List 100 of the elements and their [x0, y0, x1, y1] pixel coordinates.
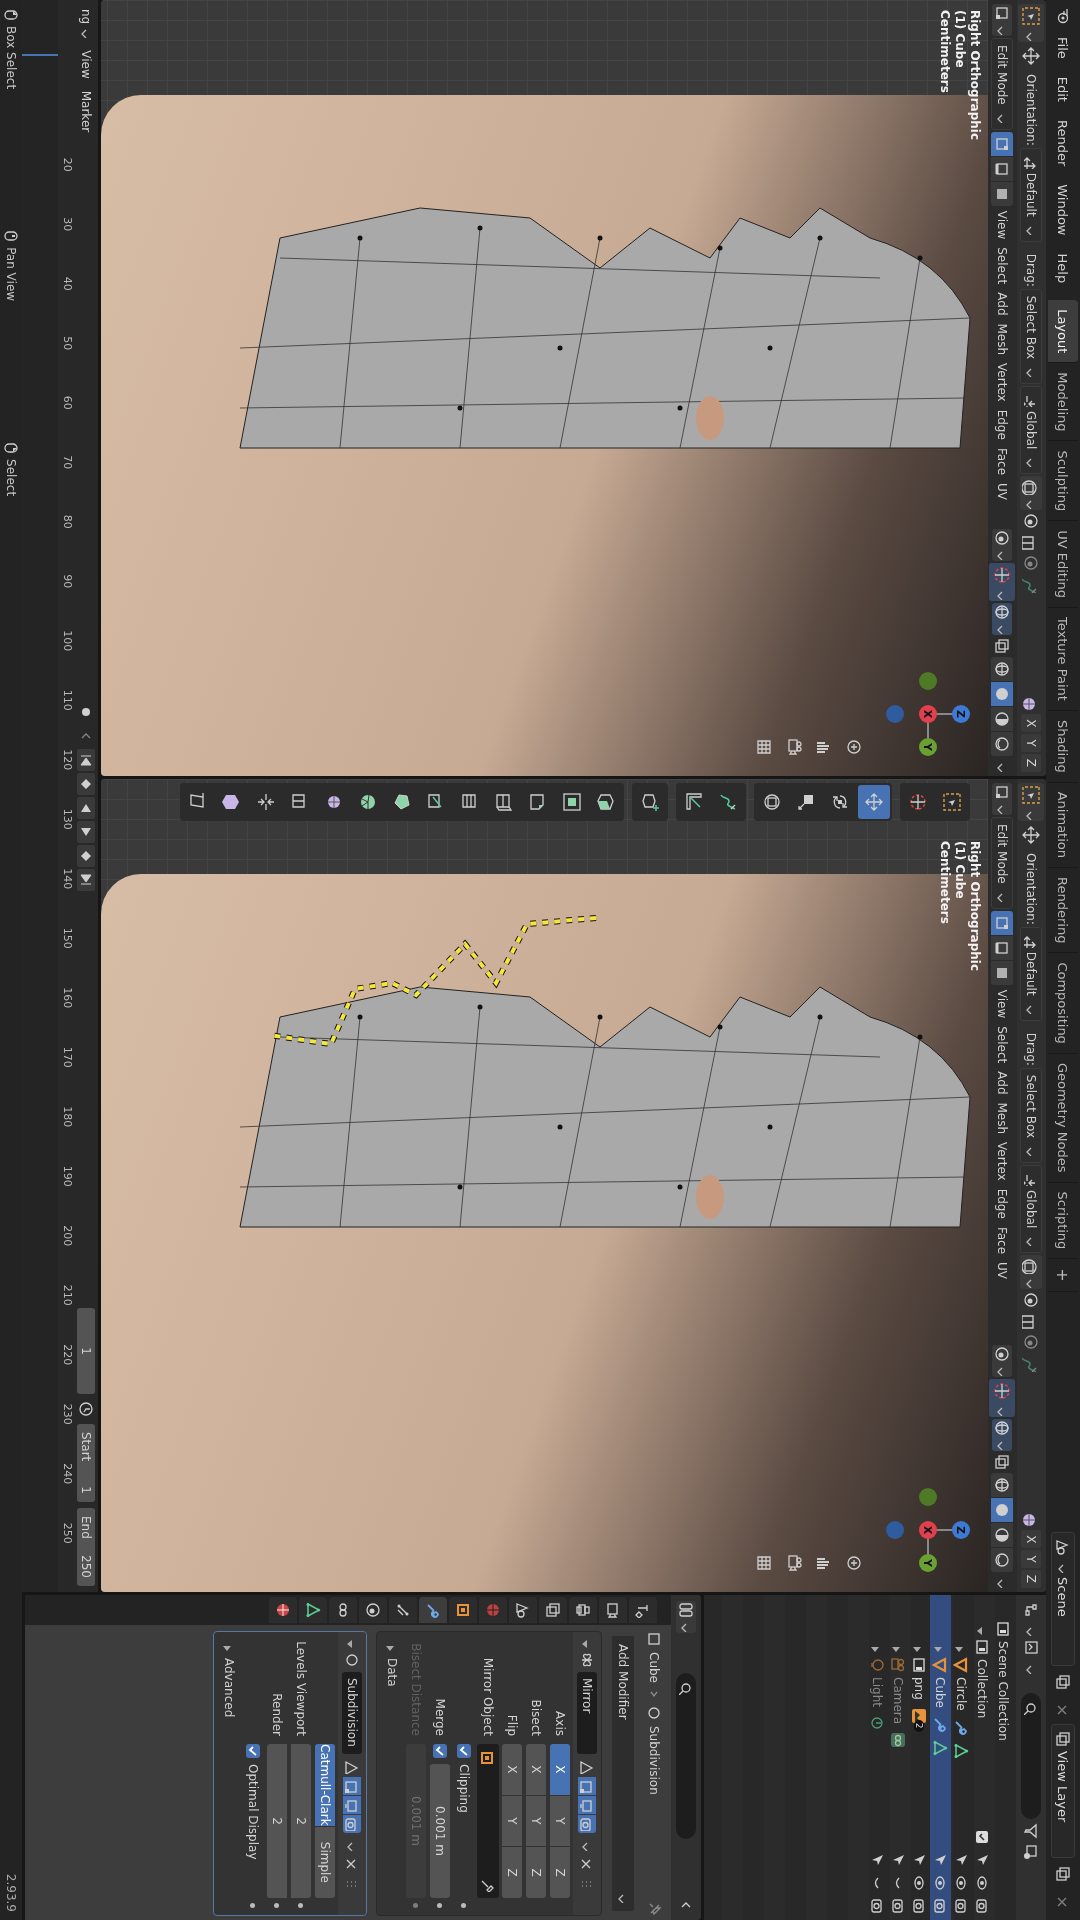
menu-item[interactable]: Mesh [992, 320, 1013, 359]
property-label: Levels Viewport [294, 1640, 308, 1738]
outliner-row[interactable]: Scene Collection [993, 1595, 1014, 1920]
menu-item[interactable]: Edge [992, 1185, 1013, 1222]
mirror-axis-toggle[interactable]: Z [1021, 1569, 1042, 1588]
outliner-row[interactable]: Light [867, 1595, 888, 1920]
orientation-dropdown[interactable]: Default [1020, 147, 1043, 242]
modifier-name-field[interactable]: Mirror [577, 1672, 597, 1754]
menu-item[interactable]: UV [992, 1259, 1013, 1282]
frame-number: 130 [60, 807, 74, 832]
outliner-row[interactable]: Camera [888, 1595, 909, 1920]
axis-toggle[interactable]: Y [526, 1795, 546, 1847]
levels-field[interactable]: 2 [291, 1744, 311, 1898]
workspace-tab[interactable]: Geometry Nodes [1048, 1053, 1078, 1183]
frame-number: 80 [60, 513, 74, 531]
frame-number: 250 [60, 1521, 74, 1546]
menu-item[interactable]: Select [992, 1023, 1013, 1067]
axis-toggle[interactable]: Z [526, 1847, 546, 1898]
transform-orientation-dropdown[interactable]: Global [1020, 1165, 1043, 1254]
workspace-tab[interactable]: Animation [1048, 782, 1078, 868]
mirror-axis-toggle[interactable]: Y [1021, 734, 1042, 752]
menu-item[interactable]: Render [1051, 112, 1075, 174]
frame-number: 210 [60, 1283, 74, 1308]
menu-item[interactable]: Face [992, 1223, 1013, 1257]
axis-toggle[interactable]: Z [502, 1847, 522, 1898]
menu-item[interactable]: Face [992, 444, 1013, 478]
mirror-axis-toggle[interactable]: X [1021, 714, 1042, 733]
viewport-info-text: Right Orthographic [967, 841, 982, 971]
menu-item[interactable]: Vertex [992, 360, 1013, 405]
drag-label: Drag: [1024, 1032, 1039, 1066]
render-levels-field[interactable]: 2 [267, 1744, 287, 1898]
mode-dropdown[interactable]: Edit Mode [991, 817, 1014, 909]
axis-toggle[interactable]: Y [550, 1795, 570, 1847]
menu-item[interactable]: Marker [76, 87, 96, 136]
menu-item[interactable]: Mesh [992, 1099, 1013, 1138]
drag-dropdown[interactable]: Select Box [1020, 1067, 1043, 1163]
view-layer-selector[interactable]: View Layer [1051, 1724, 1075, 1858]
checkbox-label: Optimal Display [246, 1764, 260, 1860]
menu-item[interactable]: View [992, 986, 1013, 1022]
menu-item[interactable]: Help [1051, 246, 1075, 291]
current-frame-field[interactable]: 1 [77, 1308, 95, 1394]
menu-item[interactable]: Edge [992, 406, 1013, 443]
property-label: Axis [553, 1710, 567, 1738]
menu-item[interactable]: Add [992, 1068, 1013, 1098]
menu-item[interactable]: UV [992, 480, 1013, 503]
workspace-tab[interactable]: UV Editing [1048, 521, 1078, 608]
subpanel-header[interactable]: Data [385, 1658, 399, 1687]
workspace-tab[interactable]: Shading [1048, 710, 1078, 783]
mirror-axis-toggle[interactable]: X [1021, 1530, 1042, 1549]
menu-item[interactable]: Select [992, 244, 1013, 288]
axis-toggle[interactable]: Y [502, 1795, 522, 1847]
axis-toggle[interactable]: X [502, 1744, 522, 1795]
end-frame-field[interactable]: End 250 [77, 1508, 95, 1586]
frame-number: 150 [60, 926, 74, 951]
property-label: Merge [433, 1697, 447, 1738]
add-workspace-button[interactable]: + [1048, 1259, 1078, 1292]
breadcrumb-item: Subdivision [647, 1726, 661, 1795]
workspace-tab[interactable]: Compositing [1048, 953, 1078, 1054]
axis-toggle[interactable]: Z [550, 1847, 570, 1898]
menu-item[interactable]: Window [1051, 177, 1075, 243]
outliner-row[interactable]: Circle [951, 1595, 972, 1920]
scene-selector[interactable]: Scene [1051, 1532, 1075, 1666]
modifier-name-field[interactable]: Subdivision [342, 1672, 362, 1754]
mirror-axis-toggle[interactable]: Y [1021, 1550, 1042, 1568]
frame-number: 50 [60, 335, 74, 353]
status-hint: Select [4, 459, 18, 497]
outliner-row[interactable]: Cube [930, 1595, 951, 1920]
menu-item[interactable]: ng [76, 6, 96, 42]
workspace-tab[interactable]: Rendering [1048, 868, 1078, 954]
frame-number: 90 [60, 573, 74, 591]
merge-distance-field[interactable]: 0.001 m [430, 1764, 450, 1898]
menu-item[interactable]: View [76, 47, 96, 82]
workspace-tab[interactable]: Modeling [1048, 363, 1078, 442]
start-frame-field[interactable]: Start 1 [77, 1424, 95, 1502]
subpanel-header[interactable]: Advanced [222, 1658, 236, 1718]
menu-item[interactable]: File [1051, 30, 1075, 66]
workspace-tab[interactable]: Sculpting [1048, 441, 1078, 522]
add-modifier-dropdown[interactable]: Add Modifier [611, 1635, 635, 1912]
viewport-info-text: Centimeters [937, 10, 952, 95]
mirror-axis-toggle[interactable]: Z [1021, 753, 1042, 772]
subdivision-type-tab[interactable]: Catmull-Clark [315, 1744, 335, 1826]
frame-number: 240 [60, 1462, 74, 1487]
transform-orientation-dropdown[interactable]: Global [1020, 386, 1043, 475]
mode-dropdown[interactable]: Edit Mode [991, 38, 1014, 130]
axis-toggle[interactable]: X [550, 1744, 570, 1795]
menu-item[interactable]: Add [992, 289, 1013, 319]
axis-toggle[interactable]: X [526, 1744, 546, 1795]
orientation-dropdown[interactable]: Default [1020, 926, 1043, 1021]
workspace-tab[interactable]: Texture Paint [1048, 608, 1078, 711]
drag-dropdown[interactable]: Select Box [1020, 288, 1043, 384]
workspace-tab[interactable]: Layout [1048, 300, 1078, 364]
outliner-row[interactable]: Collection [972, 1595, 993, 1920]
property-label: Flip [505, 1713, 519, 1738]
menu-item[interactable]: Edit [1051, 69, 1075, 109]
workspace-tab[interactable]: Scripting [1048, 1182, 1078, 1260]
menu-item[interactable]: View [992, 207, 1013, 243]
outliner-row[interactable]: png 2 [909, 1595, 930, 1920]
menu-item[interactable]: Vertex [992, 1139, 1013, 1184]
subdivision-type-tab[interactable]: Simple [315, 1826, 335, 1898]
frame-number: 70 [60, 454, 74, 472]
